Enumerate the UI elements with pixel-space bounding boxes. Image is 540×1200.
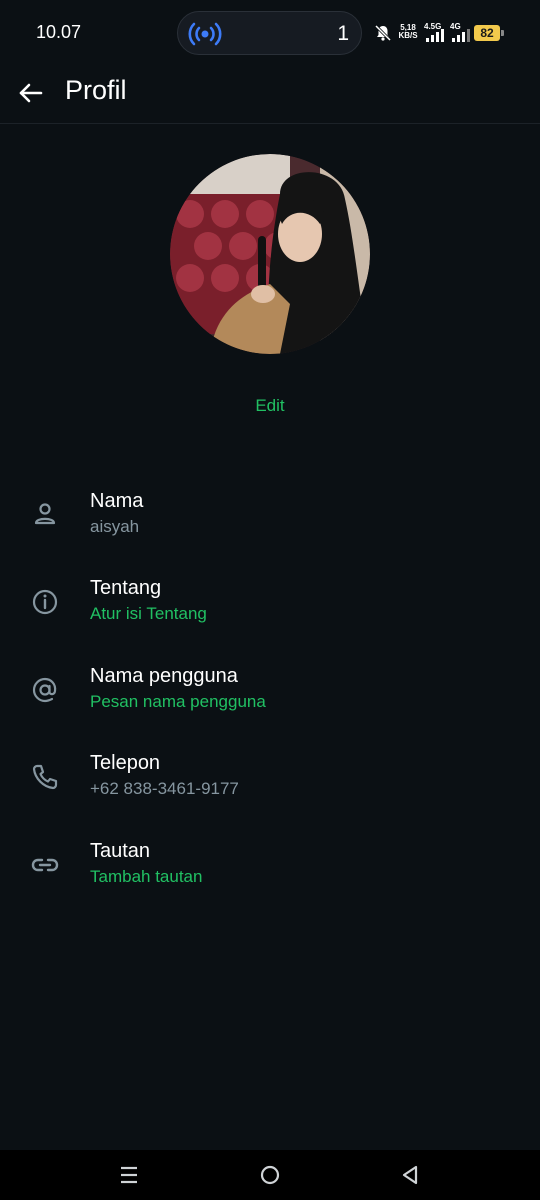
status-bar: 10.07 1 5,18 KB/S 4.5G 4G 82 [0, 0, 540, 66]
info-item-links[interactable]: Tautan Tambah tautan [0, 836, 540, 906]
info-label: Tautan [90, 840, 151, 862]
info-value: Tambah tautan [90, 867, 203, 886]
back-triangle-icon[interactable] [397, 1162, 423, 1188]
edit-photo-link[interactable]: Edit [0, 396, 540, 416]
person-icon [34, 503, 56, 525]
status-time: 10.07 [36, 22, 82, 42]
arrow-left-icon[interactable] [14, 76, 48, 110]
page-title: Profil [65, 75, 127, 105]
broadcast-icon [188, 22, 222, 46]
link-icon [31, 858, 59, 872]
battery-indicator: 82 [474, 25, 500, 41]
info-label: Tentang [90, 577, 162, 599]
app-bar: Profil [0, 66, 540, 124]
info-value: Pesan nama pengguna [90, 692, 266, 711]
info-item-about[interactable]: Tentang Atur isi Tentang [0, 573, 540, 643]
info-value: aisyah [90, 517, 140, 536]
info-label: Nama [90, 490, 144, 512]
info-item-name[interactable]: Nama aisyah [0, 486, 540, 556]
info-label: Nama pengguna [90, 665, 238, 687]
phone-icon [32, 764, 58, 790]
battery-tip [501, 30, 504, 36]
signal1-icon [426, 29, 444, 42]
status-icons: 5,18 KB/S 4.5G 4G 82 [374, 22, 534, 46]
home-icon[interactable] [257, 1162, 283, 1188]
info-value: +62 838-3461-9177 [90, 779, 239, 798]
system-nav-bar [0, 1150, 540, 1200]
bell-off-icon [374, 24, 392, 42]
signal2-icon [452, 29, 470, 42]
profile-screen: 10.07 1 5,18 KB/S 4.5G 4G 82 Profil Edit… [0, 0, 540, 1200]
profile-photo[interactable] [170, 154, 370, 354]
info-icon [32, 589, 58, 615]
recent-apps-icon[interactable] [116, 1162, 142, 1188]
info-item-username[interactable]: Nama pengguna Pesan nama pengguna [0, 661, 540, 731]
pill-count: 1 [337, 22, 349, 45]
net-speed: 5,18 KB/S [398, 23, 418, 40]
info-label: Telepon [90, 752, 161, 774]
info-item-phone[interactable]: Telepon +62 838-3461-9177 [0, 748, 540, 818]
info-value: Atur isi Tentang [90, 604, 207, 623]
at-icon [32, 677, 57, 703]
live-activity-pill[interactable]: 1 [177, 11, 362, 55]
